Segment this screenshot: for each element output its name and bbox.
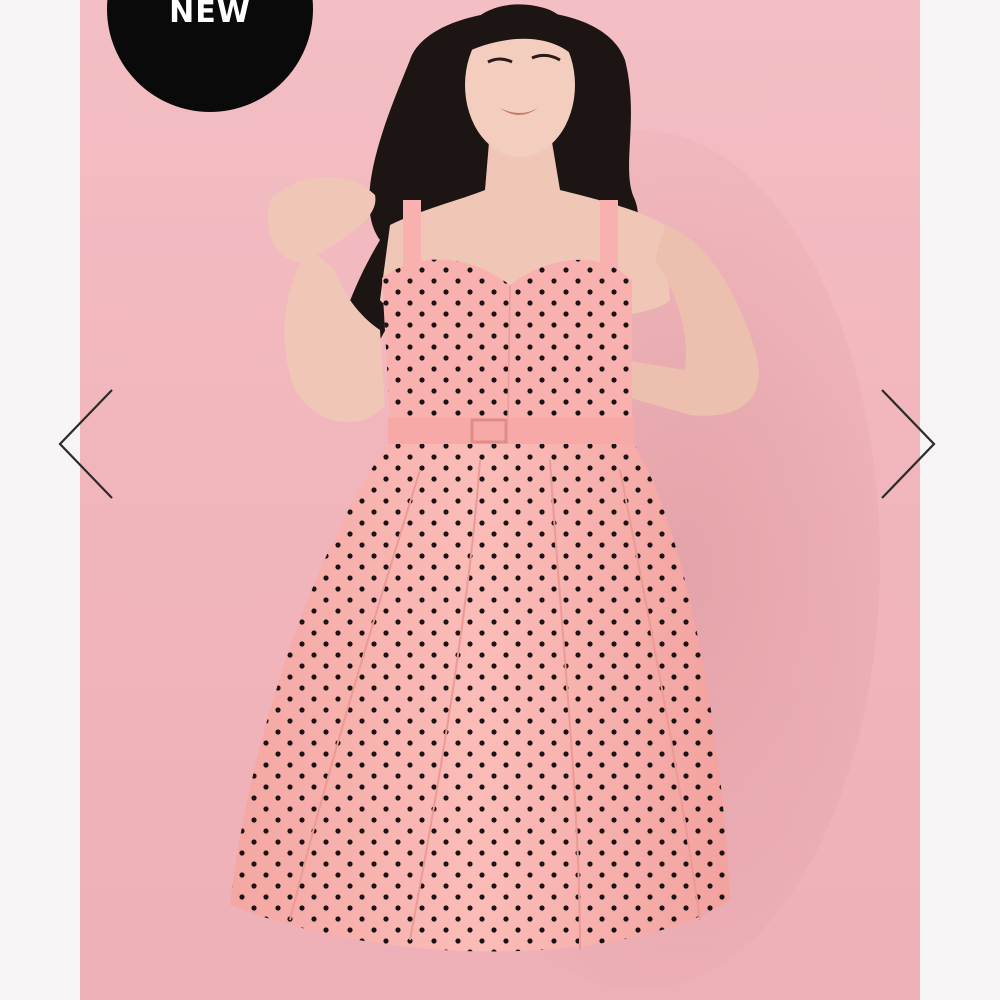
chevron-left-icon — [58, 389, 113, 499]
product-image-gallery: NEW — [0, 0, 1000, 1000]
chevron-right-icon — [881, 389, 936, 499]
next-image-button[interactable] — [878, 388, 938, 500]
belt — [388, 418, 634, 444]
strap-left — [403, 200, 421, 270]
new-badge-label: NEW — [169, 0, 251, 30]
hand — [267, 176, 376, 262]
product-photo[interactable] — [80, 0, 920, 1000]
previous-image-button[interactable] — [56, 388, 116, 500]
